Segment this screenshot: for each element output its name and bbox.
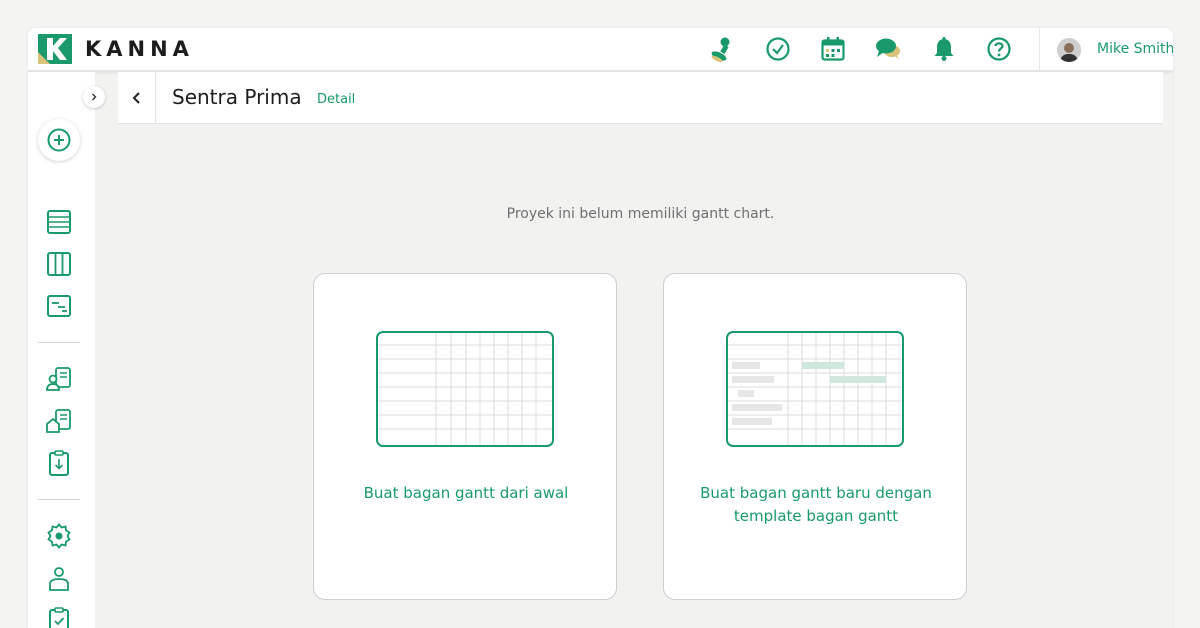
client-icon[interactable] <box>45 365 73 393</box>
create-blank-gantt-label: Buat bagan gantt dari awal <box>363 484 569 502</box>
sidebar-toggle-button[interactable] <box>83 86 105 108</box>
sidebar <box>28 72 95 628</box>
avatar[interactable] <box>1057 38 1081 62</box>
create-blank-gantt-card[interactable]: Buat bagan gantt dari awal <box>313 273 617 600</box>
app-window: KANNA Mike Smith Sentra Prima Detail Pro… <box>28 28 1173 628</box>
property-icon[interactable] <box>45 407 73 435</box>
sidebar-divider <box>38 342 80 343</box>
stamp-icon[interactable] <box>709 36 735 62</box>
list-view-icon[interactable] <box>45 208 73 236</box>
user-name[interactable]: Mike Smith <box>1097 41 1173 57</box>
user-photo-icon <box>1057 38 1081 62</box>
create-template-gantt-label: Buat bagan gantt baru dengan template ba… <box>700 484 932 525</box>
settings-icon[interactable] <box>45 522 73 550</box>
project-header: Sentra Prima Detail <box>118 72 1163 124</box>
kanna-logo-icon[interactable] <box>38 34 72 64</box>
header-divider <box>1039 28 1040 71</box>
board-view-icon[interactable] <box>45 250 73 278</box>
add-icon <box>47 128 71 152</box>
blank-gantt-illustration <box>376 331 554 447</box>
back-button[interactable] <box>118 72 156 124</box>
chevron-right-icon <box>92 93 97 101</box>
clipboard-download-icon[interactable] <box>45 449 73 477</box>
detail-link[interactable]: Detail <box>317 92 355 107</box>
chat-icon[interactable] <box>875 36 901 62</box>
user-icon[interactable] <box>45 564 73 592</box>
sidebar-divider <box>38 499 80 500</box>
create-template-gantt-card[interactable]: Buat bagan gantt baru dengan template ba… <box>663 273 967 600</box>
bell-icon[interactable] <box>931 36 957 62</box>
check-circle-icon[interactable] <box>765 36 791 62</box>
empty-state-message: Proyek ini belum memiliki gantt chart. <box>506 206 775 222</box>
template-gantt-illustration <box>726 331 904 447</box>
brand-name: KANNA <box>85 37 194 61</box>
add-button[interactable] <box>38 119 80 161</box>
page-title: Sentra Prima <box>172 85 302 109</box>
top-bar: KANNA Mike Smith <box>28 28 1173 71</box>
help-icon[interactable] <box>986 36 1012 62</box>
chevron-left-icon <box>132 92 140 104</box>
gantt-view-icon[interactable] <box>45 292 73 320</box>
calendar-icon[interactable] <box>820 36 846 62</box>
clipboard-check-icon[interactable] <box>45 606 73 628</box>
